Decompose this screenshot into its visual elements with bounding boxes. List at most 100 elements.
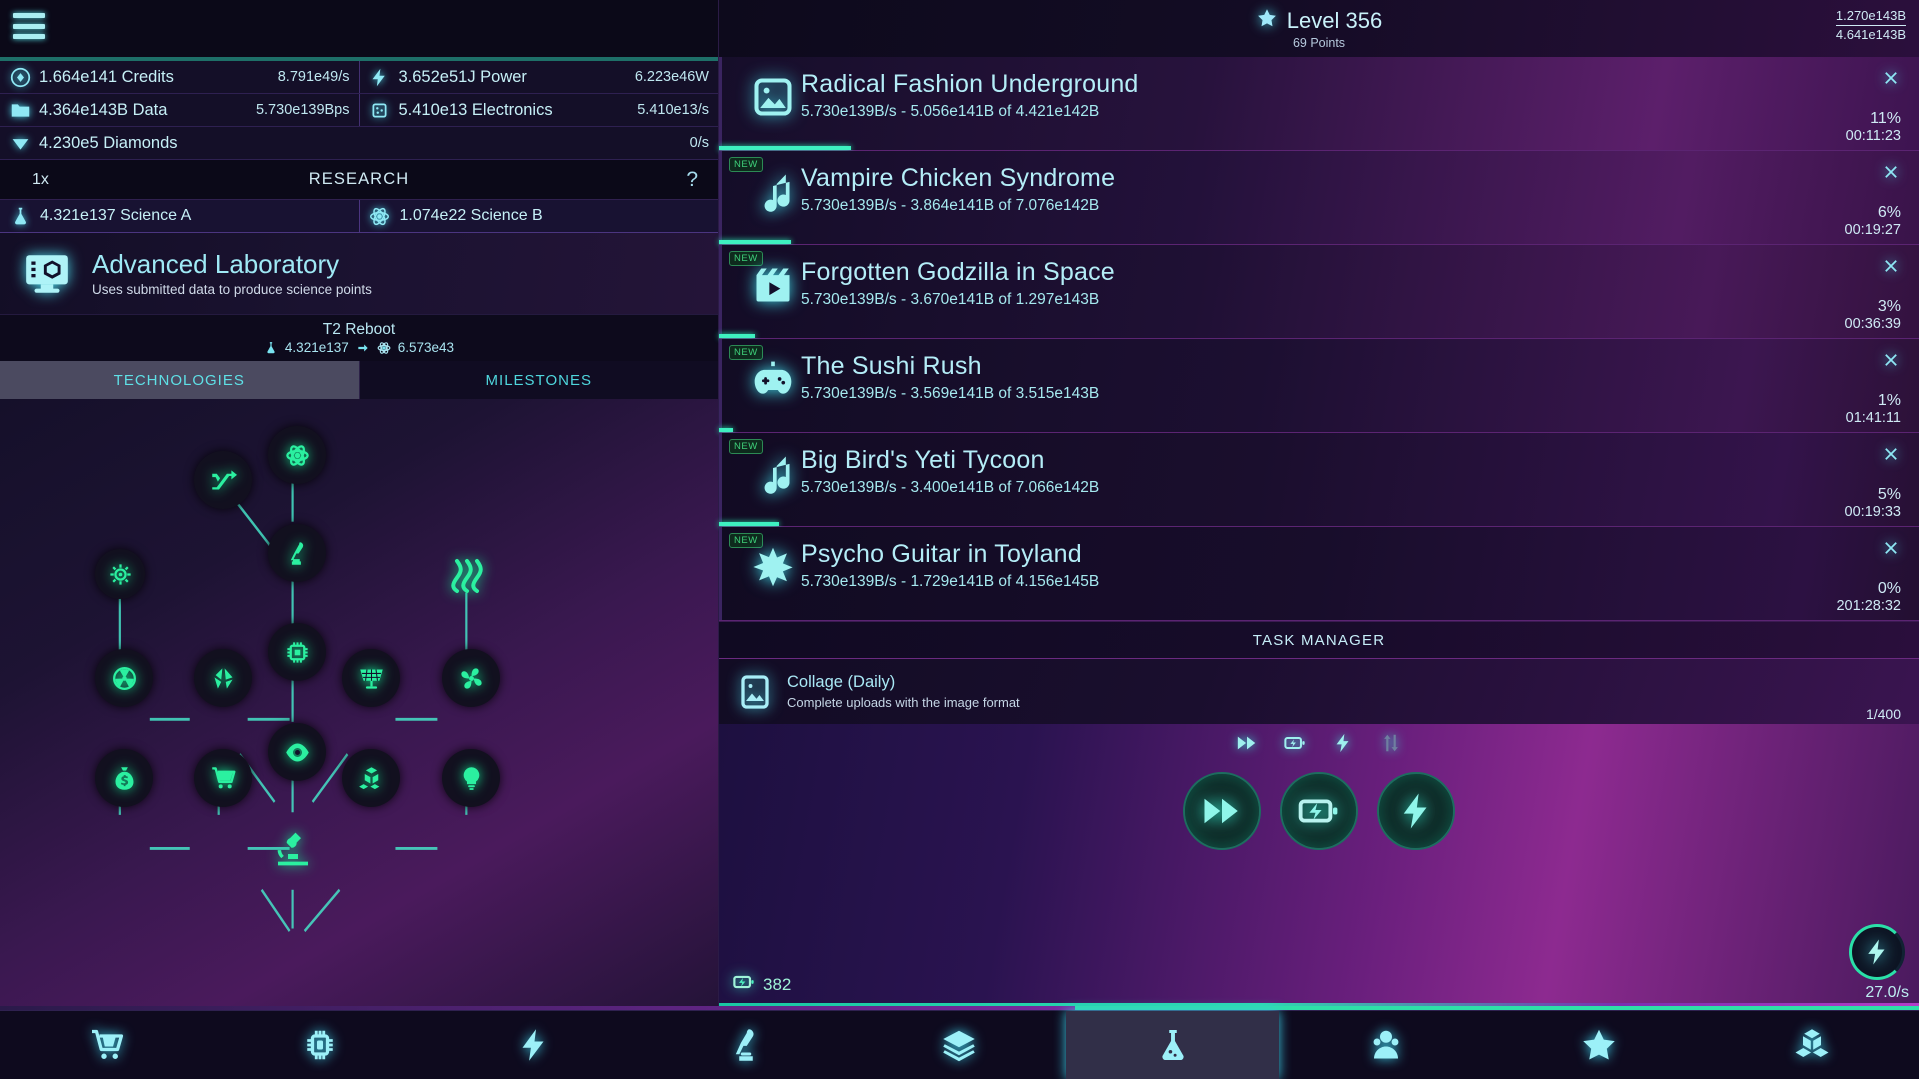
task-time: 00:19:27: [1799, 222, 1901, 238]
person-icon: [1368, 1027, 1404, 1063]
tech-node-eye[interactable]: [268, 723, 326, 781]
battery-charge-icon[interactable]: [1284, 732, 1306, 759]
fast-forward-icon[interactable]: [1236, 732, 1258, 759]
task-text: Big Bird's Yeti Tycoon 5.730e139B/s - 3.…: [801, 444, 1799, 497]
research-header: 1x RESEARCH ?: [0, 160, 718, 199]
star-icon: [1256, 7, 1278, 35]
tech-node-bulb[interactable]: [442, 749, 500, 807]
task-subtitle: 5.730e139B/s - 3.400e141B of 7.066e142B: [801, 479, 1799, 497]
app-root: 1.664e141 Credits 8.791e49/s 3.652e51J P…: [0, 0, 1919, 1079]
action-panel: 382 27.0/s: [719, 724, 1919, 1006]
close-icon[interactable]: [1881, 162, 1901, 186]
task-progress-meta: 5% 00:19:33: [1799, 486, 1901, 520]
tech-node-bug[interactable]: [95, 549, 145, 599]
mini-icon-row: [1236, 732, 1402, 759]
tech-node-cpu[interactable]: [268, 623, 326, 681]
tech-tree[interactable]: [0, 399, 718, 1006]
science-b[interactable]: 1.074e22 Science B: [359, 200, 719, 232]
research-multiplier[interactable]: 1x: [32, 171, 49, 189]
collage-row[interactable]: Collage (Daily) Complete uploads with th…: [719, 659, 1919, 724]
resource-data[interactable]: 4.364e143B Data 5.730e139Bps: [0, 94, 359, 126]
bolt-icon[interactable]: [1332, 732, 1354, 759]
image-icon: [745, 68, 801, 126]
level-label: Level 356: [1287, 8, 1382, 34]
resource-credits[interactable]: 1.664e141 Credits 8.791e49/s: [0, 61, 359, 93]
tech-node-boxes[interactable]: [342, 749, 400, 807]
cpu-icon: [302, 1027, 338, 1063]
tab-technologies[interactable]: TECHNOLOGIES: [0, 361, 359, 399]
resource-diamonds[interactable]: 4.230e5 Diamonds: [0, 127, 359, 159]
close-icon[interactable]: [1881, 444, 1901, 468]
fast-forward-button[interactable]: [1183, 772, 1261, 850]
bolt-button[interactable]: [1377, 772, 1455, 850]
rate-ring[interactable]: [1849, 924, 1905, 980]
resource-electronics[interactable]: 5.410e13 Electronics 5.410e13/s: [359, 94, 719, 126]
close-icon[interactable]: [1881, 256, 1901, 280]
task-row[interactable]: NEW The Sushi Rush 5.730e139B/s - 3.569e…: [719, 339, 1919, 433]
task-text: Forgotten Godzilla in Space 5.730e139B/s…: [801, 256, 1799, 309]
task-subtitle: 5.730e139B/s - 3.569e141B of 3.515e143B: [801, 385, 1799, 403]
resource-label: 1.664e141 Credits: [39, 68, 174, 87]
task-row[interactable]: NEW Psycho Guitar in Toyland 5.730e139B/…: [719, 527, 1919, 621]
collage-text: Collage (Daily) Complete uploads with th…: [787, 673, 1020, 710]
nav-shop[interactable]: [0, 1011, 213, 1079]
task-meta: 3% 00:36:39: [1799, 256, 1919, 338]
nav-level[interactable]: [1493, 1011, 1706, 1079]
nav-layers[interactable]: [853, 1011, 1066, 1079]
nav-electronics[interactable]: [213, 1011, 426, 1079]
resource-rate: 5.410e13/s: [637, 102, 709, 118]
resource-rate: 6.223e46W: [635, 69, 709, 85]
reboot-card[interactable]: T2 Reboot 4.321e137 6.573e43: [0, 314, 718, 361]
task-text: Psycho Guitar in Toyland 5.730e139B/s - …: [801, 538, 1799, 591]
tech-node-atom[interactable]: [268, 426, 326, 484]
task-time: 01:41:11: [1799, 410, 1901, 426]
task-row[interactable]: NEW Forgotten Godzilla in Space 5.730e13…: [719, 245, 1919, 339]
resource-rate: 8.791e49/s: [278, 69, 350, 85]
credits-icon: [9, 66, 31, 88]
tech-node-cart[interactable]: [194, 749, 252, 807]
task-subtitle: 5.730e139B/s - 5.056e141B of 4.421e142B: [801, 103, 1799, 121]
tech-node-shuffle[interactable]: [194, 451, 252, 509]
close-icon[interactable]: [1881, 538, 1901, 562]
level-row: Level 356: [1256, 7, 1382, 35]
nav-boxes[interactable]: [1706, 1011, 1919, 1079]
tech-node-solar-panel[interactable]: [342, 649, 400, 707]
diamond-icon: [9, 132, 31, 154]
help-icon[interactable]: ?: [686, 168, 698, 192]
task-row[interactable]: Radical Fashion Underground 5.730e139B/s…: [719, 57, 1919, 151]
tech-node-robot-arm[interactable]: [268, 524, 326, 582]
hamburger-icon[interactable]: [13, 13, 45, 39]
building-text: Advanced Laboratory Uses submitted data …: [92, 250, 372, 297]
building-card[interactable]: Advanced Laboratory Uses submitted data …: [0, 233, 718, 314]
task-title: Psycho Guitar in Toyland: [801, 541, 1799, 569]
tech-node-money-bag[interactable]: [95, 749, 153, 807]
battery-charge-button[interactable]: [1280, 772, 1358, 850]
task-title: Radical Fashion Underground: [801, 71, 1799, 99]
close-icon[interactable]: [1881, 350, 1901, 374]
nav-power[interactable]: [426, 1011, 639, 1079]
task-manager-header[interactable]: TASK MANAGER: [719, 621, 1919, 659]
task-progress-meta: 3% 00:36:39: [1799, 298, 1901, 332]
sort-arrows-icon[interactable]: [1380, 732, 1402, 759]
collage-count: 1/400: [1866, 706, 1901, 722]
tech-node-radiation[interactable]: [95, 649, 153, 707]
close-icon[interactable]: [1881, 68, 1901, 92]
tab-milestones[interactable]: MILESTONES: [359, 361, 719, 399]
task-meta: 11% 00:11:23: [1799, 68, 1919, 150]
resource-power[interactable]: 3.652e51J Power 6.223e46W: [359, 61, 719, 93]
tech-node-microscope[interactable]: [268, 824, 318, 874]
tech-node-fan[interactable]: [442, 649, 500, 707]
tech-node-shard[interactable]: [194, 649, 252, 707]
science-row: 4.321e137 Science A 1.074e22 Science B: [0, 199, 718, 233]
nav-research[interactable]: [1066, 1011, 1279, 1079]
tech-node-waves[interactable]: [442, 551, 492, 601]
task-progress-bar: [719, 522, 779, 526]
main-area: 1.664e141 Credits 8.791e49/s 3.652e51J P…: [0, 0, 1919, 1006]
task-row[interactable]: NEW Big Bird's Yeti Tycoon 5.730e139B/s …: [719, 433, 1919, 527]
nav-production[interactable]: [640, 1011, 853, 1079]
task-row[interactable]: NEW Vampire Chicken Syndrome 5.730e139B/…: [719, 151, 1919, 245]
nav-people[interactable]: [1279, 1011, 1492, 1079]
science-a[interactable]: 4.321e137 Science A: [0, 200, 359, 232]
task-list: Radical Fashion Underground 5.730e139B/s…: [719, 57, 1919, 621]
task-percent: 6%: [1799, 204, 1901, 222]
